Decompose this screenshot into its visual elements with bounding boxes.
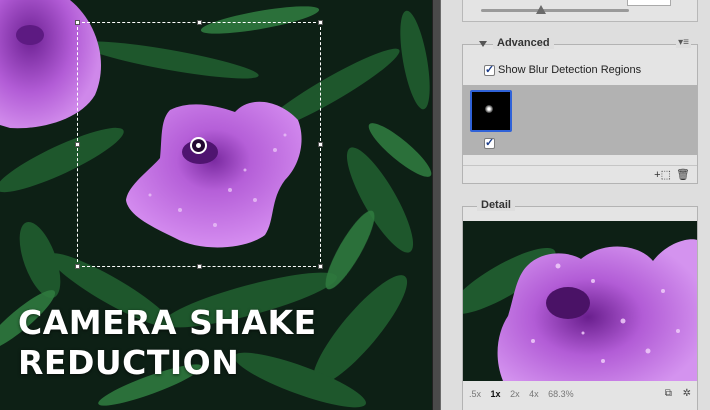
- show-blur-regions-option[interactable]: Show Blur Detection Regions: [481, 63, 642, 77]
- show-blur-regions-label: Show Blur Detection Regions: [498, 64, 642, 77]
- panel-divider[interactable]: [432, 0, 441, 410]
- detail-loupe-image: [463, 221, 697, 381]
- zoom-percent: 68.3%: [548, 389, 574, 399]
- detail-footer: .5x 1x 2x 4x 68.3% ⧉ ✲: [463, 381, 697, 410]
- enhance-at-loupe-icon[interactable]: ✲: [683, 388, 691, 399]
- region-center-pin-icon[interactable]: [190, 137, 207, 154]
- region-handle-top-right[interactable]: [318, 20, 323, 25]
- slider-track[interactable]: [481, 9, 629, 12]
- region-handle-bottom-left[interactable]: [75, 264, 80, 269]
- zoom-4x[interactable]: 4x: [529, 389, 539, 399]
- add-blur-trace-icon[interactable]: +⬚: [654, 168, 671, 181]
- advanced-footer-toolbar: +⬚ 🗑: [463, 165, 697, 183]
- zoom-2x[interactable]: 2x: [510, 389, 520, 399]
- parameter-slider-row: [462, 0, 698, 22]
- slider-value-field[interactable]: [627, 0, 671, 6]
- advanced-header: Advanced ▾≡: [463, 37, 697, 53]
- detail-loupe[interactable]: [463, 221, 697, 381]
- advanced-title[interactable]: Advanced: [493, 37, 554, 49]
- region-handle-top[interactable]: [197, 20, 202, 25]
- unlock-detail-icon[interactable]: ⧉: [665, 388, 672, 399]
- region-handle-right[interactable]: [318, 142, 323, 147]
- image-canvas[interactable]: CAMERA SHAKE REDUCTION: [0, 0, 432, 410]
- panel-menu-icon[interactable]: ▾≡: [676, 37, 691, 48]
- blur-trace-kernel: [485, 105, 493, 113]
- detail-section: Detail .5x 1x 2x 4x 68.3% ⧉ ✲: [462, 199, 698, 410]
- overlay-title-line1: CAMERA SHAKE: [18, 303, 317, 342]
- detail-tools: ⧉ ✲: [657, 388, 691, 399]
- slider-thumb[interactable]: [536, 5, 546, 14]
- zoom-1x[interactable]: 1x: [491, 389, 501, 399]
- trash-icon[interactable]: 🗑: [676, 168, 690, 181]
- detail-title: Detail: [477, 199, 515, 211]
- triangle-down-icon[interactable]: [479, 41, 487, 47]
- region-handle-bottom[interactable]: [197, 264, 202, 269]
- blur-trace-checkbox[interactable]: [484, 136, 495, 149]
- zoom-0-5x[interactable]: .5x: [469, 389, 481, 399]
- detail-header: Detail: [463, 199, 697, 215]
- region-handle-top-left[interactable]: [75, 20, 80, 25]
- shake-reduction-panel: Advanced ▾≡ Show Blur Detection Regions …: [441, 0, 710, 410]
- show-blur-regions-checkbox[interactable]: [484, 63, 495, 76]
- region-handle-left[interactable]: [75, 142, 80, 147]
- region-handle-bottom-right[interactable]: [318, 264, 323, 269]
- advanced-section: Advanced ▾≡ Show Blur Detection Regions …: [462, 37, 698, 184]
- zoom-level-options: .5x 1x 2x 4x 68.3%: [469, 389, 581, 399]
- blur-trace-thumbnail[interactable]: [470, 90, 512, 132]
- blur-trace-list: [463, 85, 697, 155]
- overlay-title-line2: REDUCTION: [18, 343, 240, 382]
